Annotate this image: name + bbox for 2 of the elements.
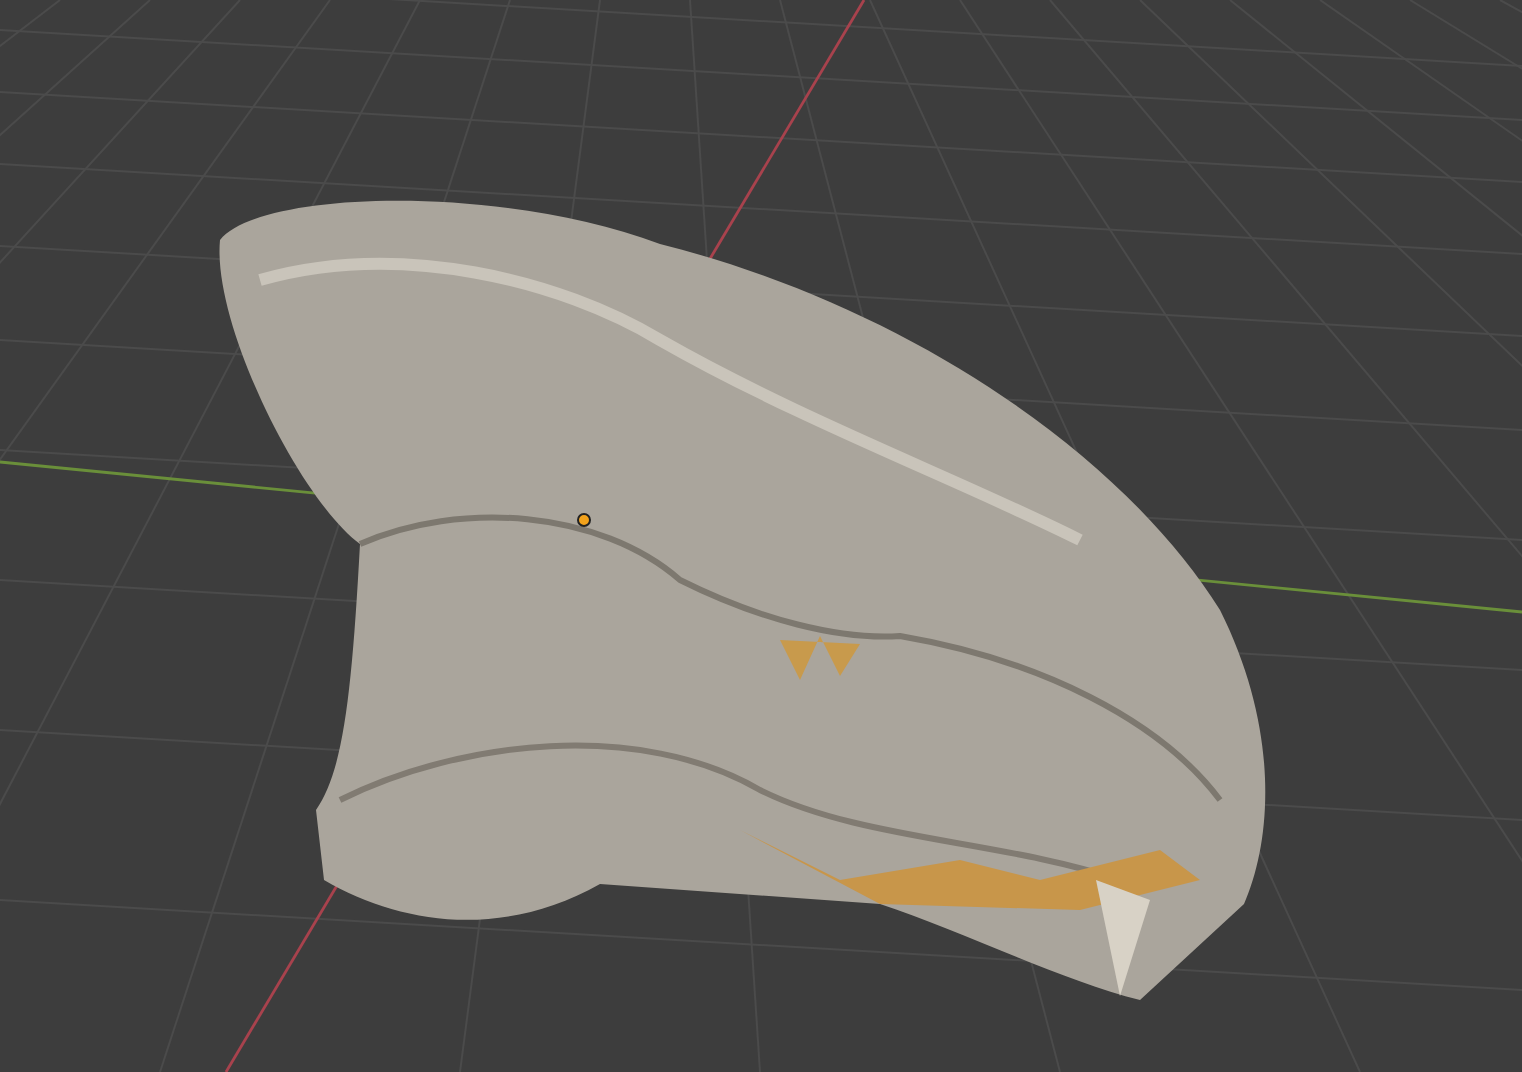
skull-model-drawing[interactable] [219,200,1266,1000]
origin-point-icon[interactable] [577,513,591,527]
